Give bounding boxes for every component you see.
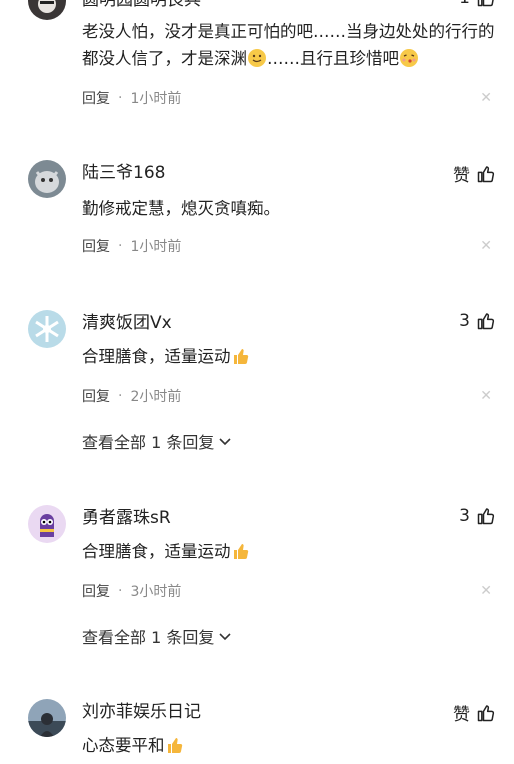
- like-button[interactable]: 3: [459, 506, 496, 526]
- thumbs-up-emoji-icon: [233, 348, 248, 365]
- like-count: 3: [459, 311, 470, 331]
- comment-author[interactable]: 清爽饭团Vx: [82, 311, 172, 335]
- kiss-emoji-icon: [400, 49, 418, 67]
- thumbs-up-emoji-icon: [233, 543, 248, 560]
- view-replies-link[interactable]: 查看全部 1 条回复: [82, 429, 232, 453]
- thumb-up-icon: [477, 704, 495, 721]
- close-icon[interactable]: ✕: [480, 238, 492, 254]
- thumb-up-icon: [477, 165, 495, 182]
- like-count: 赞: [453, 166, 470, 186]
- like-button[interactable]: 3: [459, 311, 496, 331]
- thumb-up-icon: [477, 313, 495, 330]
- reply-button[interactable]: 回复: [82, 88, 110, 108]
- avatar[interactable]: [28, 0, 66, 20]
- close-icon[interactable]: ✕: [480, 583, 492, 599]
- comment-text-part: 合理膳食，适量运动: [82, 542, 231, 561]
- reply-button[interactable]: 回复: [82, 236, 110, 256]
- timestamp: 1小时前: [130, 91, 182, 107]
- comment-text-part: ……且行且珍惜吧: [267, 49, 399, 68]
- comment-text: 勤修戒定慧，熄灭贪嗔痴。: [82, 199, 280, 218]
- timestamp: 3小时前: [130, 584, 182, 600]
- separator-dot: ·: [118, 90, 123, 106]
- like-button[interactable]: 1: [459, 0, 496, 8]
- comment-meta: 回复 · 2小时前: [82, 386, 181, 406]
- timestamp: 2小时前: [130, 389, 182, 405]
- avatar[interactable]: [28, 505, 66, 543]
- chevron-down-icon: [219, 633, 231, 641]
- separator-dot: ·: [118, 388, 123, 404]
- comment-text: 老没人怕，没才是真正可怕的吧……当身边处处的行行的都没人信了，才是深渊 ……且行且…: [82, 18, 502, 72]
- chevron-down-icon: [219, 438, 231, 446]
- view-replies-link[interactable]: 查看全部 1 条回复: [82, 624, 232, 648]
- view-replies-label: 查看全部 1 条回复: [82, 628, 215, 647]
- timestamp: 1小时前: [130, 239, 182, 255]
- separator-dot: ·: [118, 238, 123, 254]
- separator-dot: ·: [118, 583, 123, 599]
- view-replies-label: 查看全部 1 条回复: [82, 433, 215, 452]
- comment-author[interactable]: 刘亦菲娱乐日记: [82, 700, 201, 724]
- like-count: 1: [459, 0, 470, 8]
- comment-text: 合理膳食，适量运动: [82, 538, 502, 565]
- close-icon[interactable]: ✕: [480, 388, 492, 404]
- comment-author[interactable]: 陆三爷168: [82, 161, 165, 185]
- reply-button[interactable]: 回复: [82, 386, 110, 406]
- thumb-up-icon: [477, 508, 495, 525]
- smile-emoji-icon: [248, 49, 266, 67]
- comment-text: 合理膳食，适量运动: [82, 343, 502, 370]
- like-count: 3: [459, 506, 470, 526]
- thumbs-up-emoji-icon: [167, 737, 182, 754]
- avatar[interactable]: [28, 310, 66, 348]
- avatar[interactable]: [28, 699, 66, 737]
- comment-text-part: 心态要平和: [82, 736, 165, 755]
- close-icon[interactable]: ✕: [480, 90, 492, 106]
- thumb-up-icon: [477, 0, 494, 7]
- like-button[interactable]: 赞: [453, 700, 496, 725]
- comment-meta: 回复 · 3小时前: [82, 581, 181, 601]
- comment-author[interactable]: 勇者露珠sR: [82, 506, 171, 530]
- avatar[interactable]: [28, 160, 66, 198]
- like-count: 赞: [453, 705, 470, 725]
- comment-text-part: 合理膳食，适量运动: [82, 347, 231, 366]
- comment-text: 心态要平和: [82, 732, 502, 759]
- reply-button[interactable]: 回复: [82, 581, 110, 601]
- comment-meta: 回复 · 1小时前: [82, 88, 181, 108]
- like-button[interactable]: 赞: [453, 161, 496, 186]
- comment-meta: 回复 · 1小时前: [82, 236, 181, 256]
- comment-author[interactable]: 圆明园圆明良兵: [82, 0, 201, 12]
